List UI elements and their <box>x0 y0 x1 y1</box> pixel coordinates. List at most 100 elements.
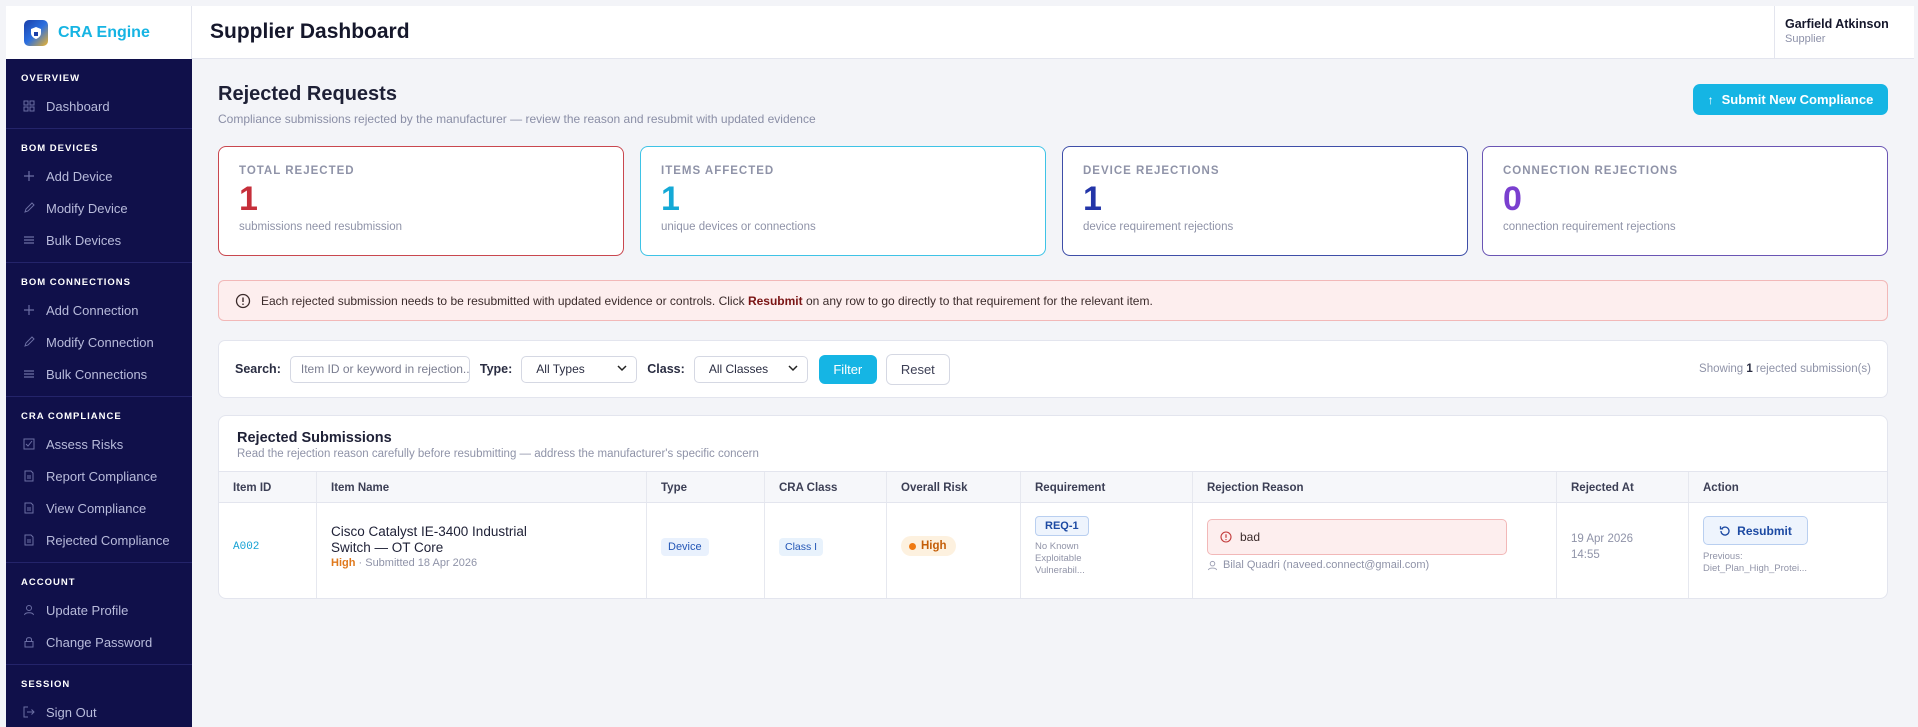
section-subtitle: Compliance submissions rejected by the m… <box>218 112 816 126</box>
stat-value: 1 <box>1083 180 1102 218</box>
alert-text: Each rejected submission needs to be res… <box>261 293 1153 308</box>
lock-icon <box>22 635 36 649</box>
class-label: Class: <box>647 362 685 376</box>
plus-icon <box>22 169 36 183</box>
user-role: Supplier <box>1785 33 1826 45</box>
column-header-item-name: Item Name <box>317 472 647 502</box>
previous-evidence: Previous: Diet_Plan_High_Protei... <box>1703 551 1808 574</box>
sidebar-item-label: Update Profile <box>46 602 129 618</box>
nav-heading: ACCOUNT <box>21 577 76 588</box>
alert-circle-icon <box>1220 531 1232 543</box>
sidebar-item-label: Add Device <box>46 168 113 184</box>
topbar: Supplier Dashboard Garfield Atkinson Sup… <box>192 6 1914 59</box>
submit-new-compliance-label: Submit New Compliance <box>1721 92 1874 107</box>
cell-requirement: REQ-1 No Known Exploitable Vulnerabil... <box>1021 503 1193 598</box>
cell-item-id: A002 <box>219 503 317 598</box>
sidebar-item-add-connection[interactable]: Add Connection <box>6 294 192 326</box>
sidebar-item-label: Add Connection <box>46 302 139 318</box>
search-label: Search: <box>235 362 281 376</box>
sidebar-item-bulk-devices[interactable]: Bulk Devices <box>6 224 192 256</box>
rejected-by: Bilal Quadri (naveed.connect@gmail.com) <box>1207 559 1429 571</box>
risk-badge: High <box>901 536 956 556</box>
sidebar-item-label: Dashboard <box>46 98 110 114</box>
item-id-link[interactable]: A002 <box>233 541 259 553</box>
sidebar-item-label: Modify Connection <box>46 334 154 350</box>
column-header-action: Action <box>1703 482 1739 494</box>
column-header-type: Type <box>647 472 765 502</box>
sidebar-item-label: Bulk Devices <box>46 232 122 248</box>
stat-desc: unique devices or connections <box>661 221 816 233</box>
class-select[interactable]: All Classes <box>693 355 808 383</box>
sidebar-item-update-profile[interactable]: Update Profile <box>6 594 192 626</box>
cell-type: Device <box>647 503 765 598</box>
stat-card-total-rejected: TOTAL REJECTED 1 submissions need resubm… <box>218 146 624 256</box>
reset-button[interactable]: Reset <box>885 353 950 385</box>
nav-heading: SESSION <box>21 679 71 690</box>
type-select[interactable]: All Types <box>521 355 638 383</box>
column-header-rejection-reason: Rejection Reason <box>1193 472 1557 502</box>
filter-button[interactable]: Filter <box>818 354 877 384</box>
type-badge: Device <box>661 538 709 556</box>
search-input[interactable] <box>289 355 470 383</box>
submit-new-compliance-button[interactable]: ↑ Submit New Compliance <box>1693 84 1888 115</box>
sidebar-item-dashboard[interactable]: Dashboard <box>6 90 192 122</box>
sidebar-item-label: Bulk Connections <box>46 366 148 382</box>
arrow-up-icon: ↑ <box>1707 92 1714 107</box>
cell-overall-risk: High <box>887 503 1021 598</box>
stat-desc: connection requirement rejections <box>1503 221 1676 233</box>
stat-desc: submissions need resubmission <box>239 221 402 233</box>
list-icon <box>22 233 36 247</box>
sidebar-item-change-password[interactable]: Change Password <box>6 626 192 658</box>
sidebar-item-sign-out[interactable]: Sign Out <box>6 696 192 727</box>
sidebar-item-modify-connection[interactable]: Modify Connection <box>6 326 192 358</box>
sidebar-item-view-compliance[interactable]: View Compliance <box>6 492 192 524</box>
document-icon <box>22 533 36 547</box>
sidebar-item-rejected-compliance[interactable]: Rejected Compliance <box>6 524 192 556</box>
user-icon <box>22 603 36 617</box>
rejected-submissions-table: Rejected Submissions Read the rejection … <box>218 415 1888 599</box>
resubmit-button[interactable]: Resubmit <box>1703 516 1808 545</box>
checkbox-icon <box>22 437 36 451</box>
sidebar-item-label: Modify Device <box>46 200 128 216</box>
grid-icon <box>22 99 36 113</box>
sign-out-icon <box>22 705 36 719</box>
showing-count-text: Showing 1 rejected submission(s) <box>1699 363 1871 375</box>
document-icon <box>22 469 36 483</box>
stat-card-connection-rejections: CONNECTION REJECTIONS 0 connection requi… <box>1482 146 1888 256</box>
resubmit-alert: Each rejected submission needs to be res… <box>218 280 1888 321</box>
table-subtitle: Read the rejection reason carefully befo… <box>237 448 759 460</box>
sidebar-item-report-compliance[interactable]: Report Compliance <box>6 460 192 492</box>
cell-item-name: Cisco Catalyst IE-3400 Industrial Switch… <box>317 503 647 598</box>
requirement-badge[interactable]: REQ-1 <box>1035 516 1089 536</box>
user-menu[interactable]: Garfield Atkinson Supplier <box>1774 6 1914 59</box>
stat-label: ITEMS AFFECTED <box>661 165 775 177</box>
chevron-down-icon <box>616 362 628 377</box>
sidebar-item-add-device[interactable]: Add Device <box>6 160 192 192</box>
rejection-reason-box: bad <box>1207 519 1507 555</box>
column-header-rejected-at: Rejected At <box>1557 472 1689 502</box>
section-title: Rejected Requests <box>218 83 397 105</box>
pencil-icon <box>22 335 36 349</box>
type-select-value: All Types <box>536 362 585 376</box>
cra-class-badge: Class I <box>779 538 824 556</box>
brand[interactable]: CRA Engine <box>6 6 192 59</box>
table-row: A002 Cisco Catalyst IE-3400 Industrial S… <box>219 503 1887 598</box>
column-header-cra-class: CRA Class <box>765 472 887 502</box>
nav-heading: CRA COMPLIANCE <box>21 411 122 422</box>
rejected-at: 19 Apr 2026 14:55 <box>1571 533 1634 561</box>
risk-dot-icon <box>909 542 916 550</box>
item-meta: High · Submitted 18 Apr 2026 <box>331 557 477 569</box>
sidebar-item-modify-device[interactable]: Modify Device <box>6 192 192 224</box>
sidebar-item-assess-risks[interactable]: Assess Risks <box>6 428 192 460</box>
page-title: Supplier Dashboard <box>210 20 410 43</box>
column-header-requirement: Requirement <box>1021 472 1193 502</box>
cell-cra-class: Class I <box>765 503 887 598</box>
item-submitted: · Submitted 18 Apr 2026 <box>355 557 478 569</box>
sidebar-item-bulk-connections[interactable]: Bulk Connections <box>6 358 192 390</box>
nav-section-account: ACCOUNT Update Profile Change Password <box>6 563 192 665</box>
stat-label: TOTAL REJECTED <box>239 165 355 177</box>
user-name: Garfield Atkinson <box>1785 17 1889 31</box>
cell-action: Resubmit Previous: Diet_Plan_High_Protei.… <box>1689 503 1887 598</box>
nav-heading: OVERVIEW <box>21 73 81 84</box>
refresh-icon <box>1719 525 1731 537</box>
